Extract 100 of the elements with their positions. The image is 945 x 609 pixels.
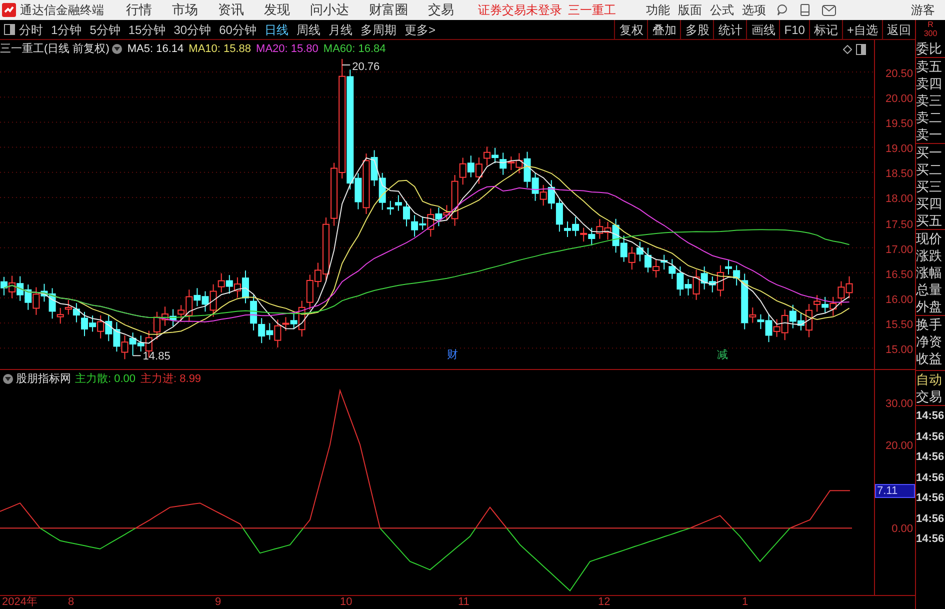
quote-field-label: 换手 [916, 315, 945, 333]
quote-field-label: 委比 [916, 40, 943, 57]
trade-time: 14:56 [916, 532, 945, 547]
indicator-axis-label: 20.00 [885, 439, 913, 454]
login-status[interactable]: 证券交易未登录 [478, 1, 562, 19]
stock-title: 三一重工(日线 前复权) [0, 42, 110, 57]
indicator-axis-label: 0.00 [892, 522, 913, 537]
quote-field-label: 买四 [916, 195, 943, 212]
high-price-label: 20.76 [342, 60, 380, 73]
price-axis-label: 16.00 [885, 292, 913, 308]
diamond-icon[interactable] [843, 44, 852, 54]
panel-code-label: R [928, 20, 934, 29]
app-title: 通达信金融终端 [20, 2, 104, 19]
quote-field-label: 买三 [916, 178, 943, 195]
trade-time: 14:56 [916, 450, 945, 465]
quote-field-label: 卖二 [916, 109, 943, 126]
time-axis-label: 9 [215, 596, 222, 609]
trade-panel-title: 自动 [916, 371, 943, 388]
menu-item[interactable]: 行情 [126, 0, 152, 20]
stock-name: 三一重工 [568, 2, 616, 19]
time-axis-label: 10 [340, 596, 352, 609]
menu-item[interactable]: 问小达 [310, 0, 349, 20]
indicator-axis-label: 30.00 [885, 397, 913, 412]
menu-item[interactable]: 功能 [646, 1, 670, 19]
phone-icon[interactable] [800, 4, 810, 16]
quote-field-label: 卖三 [916, 92, 943, 109]
period-tab[interactable]: 月线 [328, 20, 352, 38]
period-tab[interactable]: 分时 [19, 20, 43, 38]
menu-item[interactable]: 发现 [264, 0, 290, 20]
price-axis-label: 19.00 [885, 142, 913, 158]
mail-icon[interactable] [822, 4, 836, 16]
period-tab[interactable]: 日线 [264, 20, 288, 38]
toolbar-button[interactable]: F10 [779, 20, 809, 39]
toolbar-button[interactable]: 复权 [614, 20, 648, 39]
time-axis-label: 1 [742, 596, 748, 609]
current-value-marker: 7.11 [875, 484, 915, 498]
indicator-name: 股朋指标网 [16, 372, 71, 387]
menu-item[interactable]: 公式 [710, 1, 734, 19]
panel-toggle-icon[interactable] [856, 44, 866, 54]
price-axis-label: 15.00 [885, 343, 913, 358]
price-axis-label: 19.50 [885, 117, 913, 132]
event-badge[interactable]: 减 [716, 348, 728, 361]
period-tab[interactable]: 周线 [296, 20, 320, 38]
price-axis-label: 18.00 [885, 192, 913, 208]
toolbar-button[interactable]: 叠加 [647, 20, 680, 39]
period-tab[interactable]: 更多> [404, 20, 436, 38]
period-tab[interactable]: 30分钟 [174, 20, 212, 38]
panel-code-value: 300 [924, 29, 938, 38]
trade-panel-title: 交易 [916, 388, 943, 405]
toolbar-button[interactable]: +自选 [842, 20, 882, 39]
period-tab[interactable]: 多周期 [360, 20, 396, 38]
toolbar-button[interactable]: 画线 [746, 20, 780, 39]
time-axis-label: 11 [458, 596, 470, 609]
quote-field-label: 卖五 [916, 57, 945, 75]
quote-field-label: 外盘 [916, 298, 943, 315]
price-axis-label: 15.50 [885, 318, 913, 333]
menu-item[interactable]: 资讯 [218, 0, 244, 20]
time-axis-label: 2024年 [2, 596, 38, 609]
period-tab[interactable]: 5分钟 [90, 20, 120, 38]
price-axis-label: 20.00 [885, 92, 913, 108]
chat-icon[interactable] [776, 4, 788, 16]
quote-field-label: 净资 [916, 333, 943, 350]
time-axis-label: 12 [598, 596, 610, 609]
chevron-down-icon[interactable] [3, 374, 13, 384]
panel-toggle-icon[interactable] [4, 24, 15, 35]
toolbar-button[interactable]: 多股 [680, 20, 714, 39]
event-badge[interactable]: 财 [446, 348, 458, 361]
period-tab[interactable]: 15分钟 [128, 20, 166, 38]
period-tab[interactable]: 60分钟 [219, 20, 256, 38]
trade-time: 14:56 [916, 491, 945, 506]
chevron-down-icon[interactable] [112, 44, 122, 54]
menu-item[interactable]: 交易 [428, 0, 454, 20]
moving-average-value: MA5: 16.14 [127, 42, 184, 57]
quote-field-label: 总量 [916, 281, 943, 298]
quote-field-label: 买五 [916, 212, 943, 229]
trade-time: 14:56 [916, 470, 945, 486]
toolbar-button[interactable]: 返回 [882, 20, 915, 39]
trade-time: 14:56 [916, 512, 945, 526]
quote-field-label: 买二 [916, 161, 943, 178]
indicator-value: 主力进: 8.99 [140, 372, 202, 387]
menu-item[interactable]: 财富圈 [369, 0, 408, 20]
app-logo-icon [2, 3, 16, 17]
price-axis-label: 17.50 [885, 218, 913, 233]
period-tab[interactable]: 1分钟 [51, 20, 82, 38]
quote-field-label: 涨跌 [916, 247, 943, 264]
trade-time: 14:56 [916, 430, 945, 444]
quote-field-label: 涨幅 [916, 264, 943, 281]
menu-item[interactable]: 选项 [742, 1, 766, 19]
toolbar-button[interactable]: 统计 [713, 20, 746, 39]
user-label[interactable]: 游客 [911, 1, 935, 19]
low-price-label: 14.85 [132, 350, 170, 363]
price-axis-label: 18.50 [885, 167, 913, 182]
time-axis-label: 8 [68, 596, 74, 609]
toolbar-button[interactable]: 标记 [808, 20, 842, 39]
quote-field-label: 现价 [916, 229, 945, 247]
menu-item[interactable]: 市场 [172, 0, 198, 20]
menu-item[interactable]: 版面 [678, 1, 702, 19]
quote-field-label: 卖四 [916, 75, 943, 92]
moving-average-value: MA10: 15.88 [188, 42, 252, 57]
indicator-value: 主力散: 0.00 [75, 372, 136, 387]
